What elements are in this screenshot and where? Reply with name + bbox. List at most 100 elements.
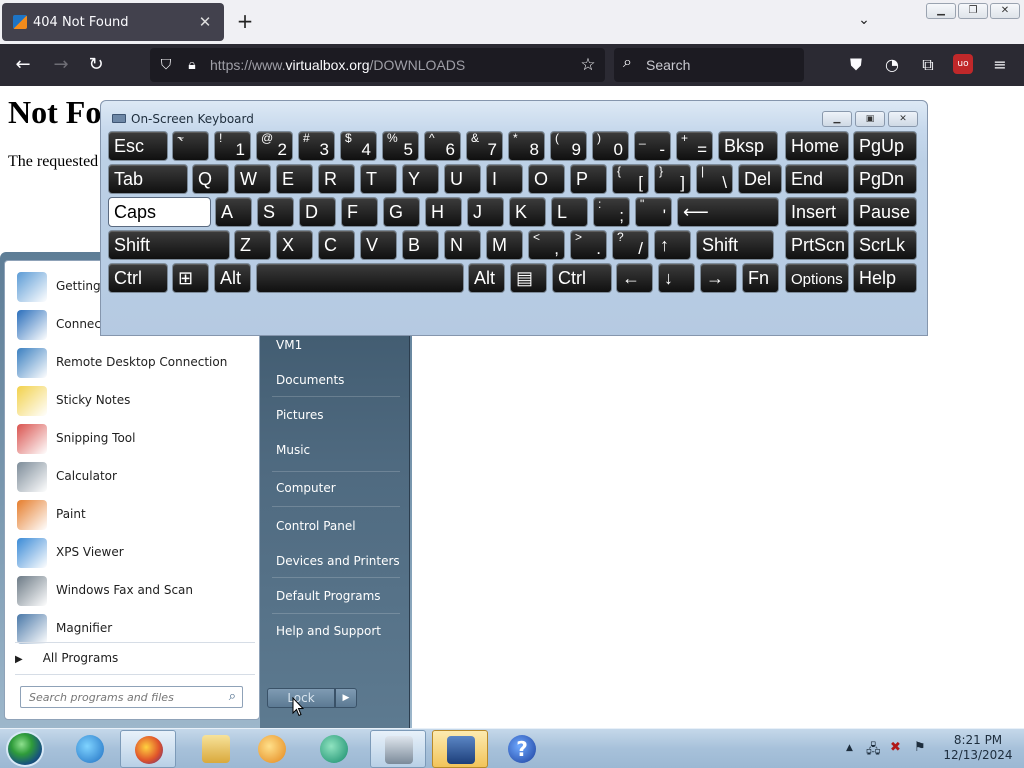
key-pgup[interactable]: PgUp: [853, 131, 917, 161]
key-l[interactable]: L: [551, 197, 588, 227]
key-caps[interactable]: Caps: [108, 197, 211, 227]
key-del[interactable]: Del: [738, 164, 782, 194]
list-all-tabs-icon[interactable]: ⌄: [854, 12, 874, 32]
key-t[interactable]: T: [360, 164, 397, 194]
key-i[interactable]: I: [486, 164, 523, 194]
program-item[interactable]: Sticky Notes: [11, 383, 257, 419]
key-a[interactable]: A: [215, 197, 252, 227]
start-link-computer[interactable]: Computer: [276, 481, 336, 495]
key-8[interactable]: * 8: [508, 131, 545, 161]
key-r4c3[interactable]: [256, 263, 464, 293]
key-4[interactable]: $4: [340, 131, 377, 161]
start-link-control-panel[interactable]: Control Panel: [276, 519, 356, 533]
menu-icon[interactable]: ≡: [989, 54, 1011, 76]
key-h[interactable]: H: [425, 197, 462, 227]
key-r1c11[interactable]: {[: [612, 164, 649, 194]
url-bar[interactable]: ⛉ 🔒︎ https://www.virtualbox.org/DOWNLOAD…: [150, 48, 605, 82]
key-u[interactable]: U: [444, 164, 481, 194]
key-shift[interactable]: Shift: [108, 230, 230, 260]
forward-icon[interactable]: →: [48, 53, 74, 77]
extensions-icon[interactable]: ⧉: [917, 54, 939, 76]
key-r1c13[interactable]: | \: [696, 164, 733, 194]
program-item[interactable]: Windows Fax and Scan: [11, 573, 257, 609]
taskbar-item[interactable]: [244, 730, 300, 768]
key-pause[interactable]: Pause: [853, 197, 917, 227]
key-v[interactable]: V: [360, 230, 397, 260]
key-3[interactable]: #3: [298, 131, 335, 161]
all-programs-button[interactable]: ▶ All Programs: [15, 651, 118, 665]
taskbar-item[interactable]: [370, 730, 426, 768]
key-7[interactable]: & 7: [466, 131, 503, 161]
start-link-help-and-support[interactable]: Help and Support: [276, 624, 381, 638]
key-e[interactable]: E: [276, 164, 313, 194]
key-9[interactable]: (9: [550, 131, 587, 161]
key-r0c13[interactable]: + =: [676, 131, 713, 161]
key-r4c5[interactable]: ▤: [510, 263, 547, 293]
key-y[interactable]: Y: [402, 164, 439, 194]
reload-icon[interactable]: ↻: [83, 53, 109, 77]
key-alt[interactable]: Alt: [468, 263, 505, 293]
osk-close-button[interactable]: ✕: [888, 111, 918, 127]
action-center-flag-icon[interactable]: ⚑: [914, 740, 926, 755]
key-help[interactable]: Help: [853, 263, 917, 293]
key-r2c10[interactable]: :;: [593, 197, 630, 227]
key-r0c1[interactable]: ` ~: [172, 131, 209, 161]
key-g[interactable]: G: [383, 197, 420, 227]
new-tab-button[interactable]: +: [234, 10, 256, 32]
key-bksp[interactable]: Bksp: [718, 131, 778, 161]
key-d[interactable]: D: [299, 197, 336, 227]
lock-icon[interactable]: 🔒︎: [182, 55, 202, 75]
show-hidden-icons-icon[interactable]: ▲: [846, 743, 853, 753]
program-item[interactable]: Calculator: [11, 459, 257, 495]
key-ctrl[interactable]: Ctrl: [108, 263, 168, 293]
bookmark-star-icon[interactable]: ☆: [578, 55, 598, 75]
taskbar-item[interactable]: [306, 730, 362, 768]
tracking-shield-icon[interactable]: ⛉: [156, 55, 176, 75]
key-tab[interactable]: Tab: [108, 164, 188, 194]
restore-button[interactable]: ❐: [958, 3, 988, 19]
key-p[interactable]: P: [570, 164, 607, 194]
key-r2c11[interactable]: " ': [635, 197, 672, 227]
key-r2c12[interactable]: ⟵: [677, 197, 779, 227]
key-prtscn[interactable]: PrtScn: [785, 230, 849, 260]
start-link-devices-and-printers[interactable]: Devices and Printers: [276, 554, 400, 568]
key-r4c8[interactable]: ↓: [658, 263, 695, 293]
key-end[interactable]: End: [785, 164, 849, 194]
key-esc[interactable]: Esc: [108, 131, 168, 161]
key-j[interactable]: J: [467, 197, 504, 227]
key-0[interactable]: ) 0: [592, 131, 629, 161]
key-fn[interactable]: Fn: [742, 263, 779, 293]
start-link-vm1[interactable]: VM1: [276, 338, 302, 352]
program-item[interactable]: Snipping Tool: [11, 421, 257, 457]
start-link-documents[interactable]: Documents: [276, 373, 344, 387]
back-icon[interactable]: ←: [10, 53, 36, 77]
key-pgdn[interactable]: PgDn: [853, 164, 917, 194]
network-tray-icon[interactable]: 🖧︎: [866, 740, 881, 762]
tab-close-icon[interactable]: ✕: [196, 13, 214, 31]
search-input[interactable]: ⌕ Search: [614, 48, 804, 82]
key-r3c10[interactable]: ? /: [612, 230, 649, 260]
key-1[interactable]: ! 1: [214, 131, 251, 161]
pocket-icon[interactable]: ⛊: [845, 54, 867, 76]
start-link-pictures[interactable]: Pictures: [276, 408, 324, 422]
volume-muted-icon[interactable]: ✖: [890, 740, 901, 755]
key-2[interactable]: @2: [256, 131, 293, 161]
key-ctrl[interactable]: Ctrl: [552, 263, 612, 293]
key-r3c11[interactable]: ↑: [654, 230, 691, 260]
key-r3c9[interactable]: >.: [570, 230, 607, 260]
key-r4c1[interactable]: ⊞: [172, 263, 209, 293]
program-item[interactable]: XPS Viewer: [11, 535, 257, 571]
program-item[interactable]: Remote Desktop Connection: [11, 345, 257, 381]
key-z[interactable]: Z: [234, 230, 271, 260]
key-f[interactable]: F: [341, 197, 378, 227]
key-s[interactable]: S: [257, 197, 294, 227]
key-r1c12[interactable]: }]: [654, 164, 691, 194]
key-options[interactable]: Options: [785, 263, 849, 293]
key-b[interactable]: B: [402, 230, 439, 260]
start-search-input[interactable]: Search programs and files ⌕: [20, 686, 243, 708]
taskbar-item[interactable]: ?: [494, 730, 550, 768]
url-text[interactable]: https://www.virtualbox.org/DOWNLOADS: [210, 57, 465, 73]
start-link-music[interactable]: Music: [276, 443, 310, 457]
key-r[interactable]: R: [318, 164, 355, 194]
key-5[interactable]: % 5: [382, 131, 419, 161]
